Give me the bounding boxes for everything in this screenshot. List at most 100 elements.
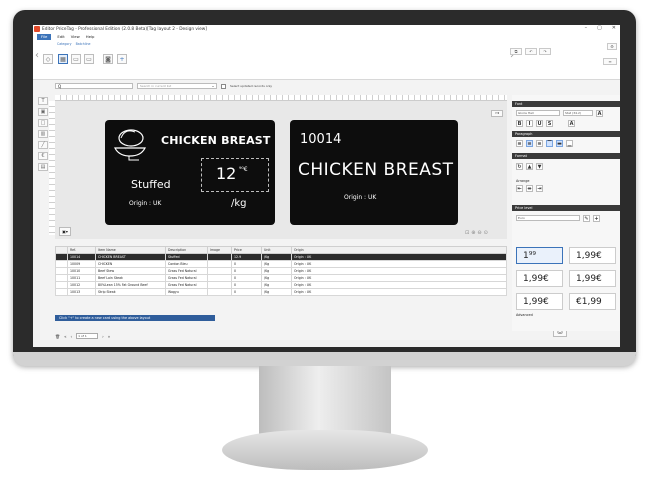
monitor-chin [13, 352, 636, 366]
menu-view[interactable]: View [71, 34, 80, 39]
zoom-fit-icon[interactable]: ⊡ [465, 230, 469, 236]
field-tool-icon[interactable]: ▤ [38, 163, 48, 171]
col-description[interactable]: Description [165, 246, 208, 254]
zoom-in-icon[interactable]: ⊕ [471, 230, 475, 236]
prev-page-icon[interactable]: ‹ [71, 334, 73, 339]
font-size-select[interactable]: Stat (34.2) [563, 110, 593, 116]
send-back-icon[interactable]: ▼ [536, 163, 543, 170]
menu-icon[interactable]: ≡ [603, 58, 617, 65]
layout-small-button[interactable]: ▭ [84, 54, 94, 64]
price-style-3[interactable]: 1,99€ [516, 270, 563, 287]
last-page-icon[interactable]: » [108, 334, 110, 339]
table-row[interactable]: 10014 CHICKEN BREAST Stuffed 12.9/Kg Origin … [55, 253, 507, 261]
edit-price-icon[interactable]: ✎ [583, 215, 590, 222]
tab-category[interactable]: Category [57, 42, 72, 46]
front-unit: /kg [231, 198, 247, 209]
chevron-left-icon[interactable]: ‹ [35, 50, 39, 61]
label-front[interactable]: CHICKEN BREAST Stuffed Origin : UK 12 ⁹⁰… [105, 120, 275, 225]
valign-middle-icon[interactable]: ▬ [556, 140, 563, 147]
table-row[interactable]: 10012 80%Lean 15% Fat Ground Beef Grass Fe… [55, 281, 507, 289]
copy-icon[interactable]: ⧉ [510, 48, 522, 55]
price-format-select[interactable]: Euro [516, 215, 580, 221]
rotate-icon[interactable]: ↻ [516, 163, 523, 170]
col-price[interactable]: Price [231, 246, 262, 254]
arrange-center-icon[interactable]: ⇹ [526, 185, 533, 192]
menu-edit[interactable]: Edit [57, 34, 64, 39]
text-tool-icon[interactable]: T [38, 97, 48, 105]
title-bar: Editor PriceTag - Professional Edition (… [33, 25, 620, 33]
shape-tool-icon[interactable]: □ [38, 119, 48, 127]
layout-alt-button[interactable]: ▭ [71, 54, 81, 64]
col-ref[interactable]: Ref. [67, 246, 96, 254]
settings-icon[interactable]: ⚙ [607, 43, 617, 50]
delete-icon[interactable]: 🗑 [55, 334, 60, 339]
table-row[interactable]: 10009 CHICKEN Cordon Bleu 0/Kg Origin : UK [55, 260, 507, 268]
search-input[interactable]: Q [55, 83, 133, 89]
menu-help[interactable]: Help [86, 34, 95, 39]
price-style-1[interactable]: 1⁹⁹ [516, 247, 563, 264]
arrange-left-icon[interactable]: ⇤ [516, 185, 523, 192]
menu-file[interactable]: File [37, 33, 52, 40]
price-style-4[interactable]: 1,99€ [569, 270, 616, 287]
barcode-tool-icon[interactable]: ▥ [38, 130, 48, 138]
tag-layout-button[interactable]: ▦ [58, 54, 68, 64]
tab-batchline[interactable]: Batchline [76, 42, 91, 46]
valign-bottom-icon[interactable]: ▁ [566, 140, 573, 147]
zoom-reset-icon[interactable]: ⊙ [484, 230, 488, 236]
label-back[interactable]: 10014 CHICKEN BREAST Origin : UK [290, 120, 458, 225]
page-size-chip[interactable]: ▭▾ [491, 110, 503, 117]
advanced-link[interactable]: Advanced [516, 313, 533, 317]
arrange-right-icon[interactable]: ⇥ [536, 185, 543, 192]
table-cell: Origin : UK [291, 281, 507, 289]
font-grow-icon[interactable]: A [596, 110, 603, 117]
image-tool-icon[interactable]: ▣ [38, 108, 48, 116]
zoom-out-icon[interactable]: ⊖ [477, 230, 481, 236]
col-item-name[interactable]: Item Name [95, 246, 166, 254]
minimize-button[interactable]: – [585, 25, 588, 31]
valign-top-icon[interactable]: ▔ [546, 140, 553, 147]
undo-icon[interactable]: ↶ [525, 48, 537, 55]
table-cell [207, 274, 232, 282]
table-cell: CHICKEN [95, 260, 166, 268]
redo-icon[interactable]: ↷ [539, 48, 551, 55]
status-bar: 🗑 « ‹ 1 of 1 › » [55, 333, 110, 339]
strike-button[interactable]: S [546, 120, 553, 127]
price-style-5[interactable]: 1,99€ [516, 293, 563, 310]
search-scope-select[interactable]: Search in current list [137, 83, 217, 89]
table-row[interactable]: 10011 Beef Loin Steak Grass Fed Natural 0/K… [55, 274, 507, 282]
font-color-icon[interactable]: A [568, 120, 575, 127]
updated-only-checkbox[interactable] [221, 83, 226, 89]
table-cell: Grass Fed Natural [165, 267, 208, 275]
italic-button[interactable]: I [526, 120, 533, 127]
maximize-button[interactable]: ▢ [597, 25, 602, 31]
label-layout-button[interactable]: ◇ [43, 54, 53, 64]
bold-button[interactable]: B [516, 120, 523, 127]
page-input[interactable]: 1 of 1 [76, 333, 99, 339]
first-page-icon[interactable]: « [64, 334, 66, 339]
add-layout-button[interactable]: + [117, 54, 127, 64]
desktop-scene: Editor PriceTag - Professional Edition (… [0, 0, 651, 479]
preview-button[interactable]: ◙ [103, 54, 113, 64]
col-select[interactable] [55, 246, 68, 254]
price-style-6[interactable]: €1,99 [569, 293, 616, 310]
col-image[interactable]: Image [207, 246, 232, 254]
price-style-2[interactable]: 1,99€ [569, 247, 616, 264]
close-button[interactable]: ✕ [612, 25, 616, 31]
table-row[interactable]: 10010 Beef Stew Grass Fed Natural 0/Kg Origi… [55, 267, 507, 275]
col-origin[interactable]: Origin [291, 246, 507, 254]
next-page-icon[interactable]: › [102, 334, 104, 339]
line-tool-icon[interactable]: ╱ [38, 141, 48, 149]
table-row[interactable]: 10013 Strip Steak Wagyu 0/Kg Origin : UK [55, 288, 507, 296]
align-center-icon[interactable]: ≡ [526, 140, 533, 147]
dock-toggle-button[interactable]: ▣▾ [59, 227, 71, 236]
font-family-select[interactable]: Gloria Hall [516, 110, 560, 116]
price-section-head: Price level [512, 205, 620, 211]
price-tool-icon[interactable]: € [38, 152, 48, 160]
align-right-icon[interactable]: ≡ [536, 140, 543, 147]
bring-front-icon[interactable]: ▲ [526, 163, 533, 170]
add-card-hint[interactable]: Click "+" to create a new card using the… [55, 315, 215, 321]
add-price-icon[interactable]: + [593, 215, 600, 222]
underline-button[interactable]: U [536, 120, 543, 127]
col-unit[interactable]: Unit [261, 246, 292, 254]
align-left-icon[interactable]: ≡ [516, 140, 523, 147]
